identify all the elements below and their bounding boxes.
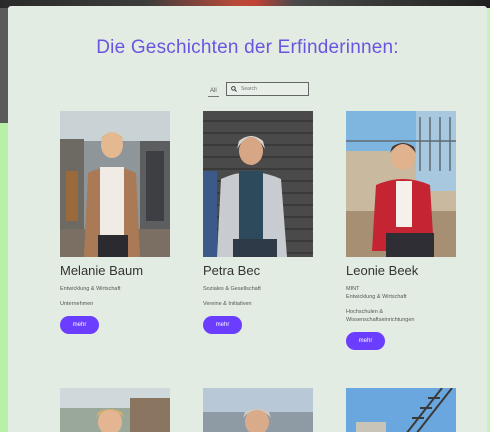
filter-all-tab[interactable]: All — [208, 88, 219, 97]
inventor-card-4 — [60, 388, 170, 432]
inventor-card-5 — [203, 388, 313, 432]
inventor-category: Entwicklung & Wirtschaft — [346, 294, 407, 300]
inventor-photo[interactable] — [60, 111, 170, 257]
background-strip-left-green — [0, 123, 8, 432]
inventor-photo[interactable] — [203, 388, 313, 432]
inventor-card-3: Leonie Beek MINT Entwicklung & Wirtschaf… — [346, 111, 456, 350]
inventor-photo[interactable] — [346, 388, 456, 432]
inventor-photo[interactable] — [60, 388, 170, 432]
inventor-category: Soziales & Gesellschaft — [203, 286, 261, 292]
inventor-institution: Hochschulen & — [346, 309, 383, 315]
inventor-name: Melanie Baum — [60, 263, 144, 278]
inventor-card-1: Melanie Baum Entwicklung & Wirtschaft Un… — [60, 111, 170, 334]
search-field[interactable] — [226, 82, 309, 96]
more-button[interactable]: mehr — [203, 316, 242, 334]
inventor-name: Leonie Beek — [346, 263, 419, 278]
inventor-category: MINT — [346, 286, 360, 292]
inventor-category: Entwicklung & Wirtschaft — [60, 286, 121, 292]
inventor-photo[interactable] — [203, 111, 313, 257]
inventor-institution: Wissenschaftseinrichtungen — [346, 317, 415, 323]
background-strip-left — [0, 8, 8, 123]
stories-panel: Die Geschichten der Erfinderinnen: All S… — [8, 6, 487, 432]
inventor-card-6 — [346, 388, 456, 432]
inventor-name: Petra Bec — [203, 263, 261, 278]
inventor-card-2: Petra Bec Soziales & Gesellschaft Verein… — [203, 111, 313, 334]
search-icon — [231, 86, 237, 92]
inventor-institution: Unternehmen — [60, 301, 94, 307]
inventor-institution: Vereine & Initiativen — [203, 301, 252, 307]
page-title: Die Geschichten der Erfinderinnen: — [96, 37, 399, 58]
more-button[interactable]: mehr — [346, 332, 385, 350]
search-input[interactable] — [241, 86, 305, 92]
more-button[interactable]: mehr — [60, 316, 99, 334]
inventor-photo[interactable] — [346, 111, 456, 257]
